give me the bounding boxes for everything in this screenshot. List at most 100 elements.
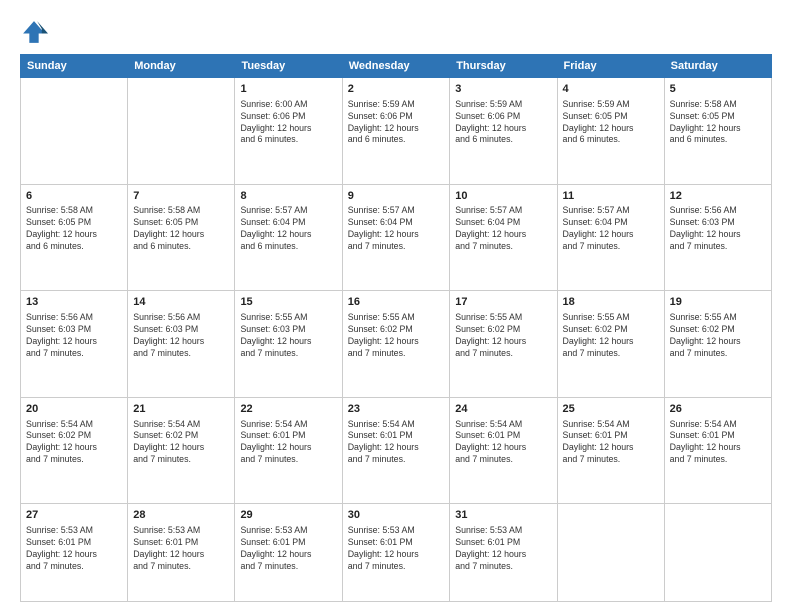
weekday-header-friday: Friday [557, 55, 664, 78]
calendar-day-21: 21 Sunrise: 5:54 AM Sunset: 6:02 PM Dayli… [128, 397, 235, 504]
day-number: 15 [240, 295, 336, 310]
day-info: Sunrise: 5:55 AM Sunset: 6:02 PM Dayligh… [563, 312, 659, 360]
logo-icon [20, 18, 48, 46]
day-number: 12 [670, 189, 766, 204]
day-number: 23 [348, 402, 445, 417]
day-number: 18 [563, 295, 659, 310]
day-number: 26 [670, 402, 766, 417]
day-info: Sunrise: 5:59 AM Sunset: 6:06 PM Dayligh… [348, 99, 445, 147]
day-number: 24 [455, 402, 551, 417]
day-number: 16 [348, 295, 445, 310]
day-number: 5 [670, 82, 766, 97]
day-info: Sunrise: 5:54 AM Sunset: 6:01 PM Dayligh… [240, 419, 336, 467]
weekday-header-monday: Monday [128, 55, 235, 78]
page: SundayMondayTuesdayWednesdayThursdayFrid… [0, 0, 792, 612]
day-number: 27 [26, 508, 122, 523]
day-info: Sunrise: 5:57 AM Sunset: 6:04 PM Dayligh… [563, 205, 659, 253]
calendar-day-18: 18 Sunrise: 5:55 AM Sunset: 6:02 PM Dayli… [557, 291, 664, 398]
calendar-day-11: 11Sunrise: 5:57 AM Sunset: 6:04 PM Dayli… [557, 184, 664, 291]
day-info: Sunrise: 5:58 AM Sunset: 6:05 PM Dayligh… [133, 205, 229, 253]
day-number: 4 [563, 82, 659, 97]
day-number: 13 [26, 295, 122, 310]
day-number: 14 [133, 295, 229, 310]
calendar-day-7: 7Sunrise: 5:58 AM Sunset: 6:05 PM Daylig… [128, 184, 235, 291]
day-number: 10 [455, 189, 551, 204]
calendar-day-10: 10Sunrise: 5:57 AM Sunset: 6:04 PM Dayli… [450, 184, 557, 291]
calendar-week-row: 20Sunrise: 5:54 AM Sunset: 6:02 PM Dayli… [21, 397, 772, 504]
calendar-day-9: 9Sunrise: 5:57 AM Sunset: 6:04 PM Daylig… [342, 184, 450, 291]
day-info: Sunrise: 5:58 AM Sunset: 6:05 PM Dayligh… [26, 205, 122, 253]
day-number: 17 [455, 295, 551, 310]
calendar-day-20: 20Sunrise: 5:54 AM Sunset: 6:02 PM Dayli… [21, 397, 128, 504]
day-info: Sunrise: 5:55 AM Sunset: 6:02 PM Dayligh… [670, 312, 766, 360]
calendar-day-2: 2 Sunrise: 5:59 AM Sunset: 6:06 PM Daylig… [342, 78, 450, 185]
day-info: Sunrise: 5:59 AM Sunset: 6:05 PM Dayligh… [563, 99, 659, 147]
calendar-table: SundayMondayTuesdayWednesdayThursdayFrid… [20, 54, 772, 602]
weekday-header-sunday: Sunday [21, 55, 128, 78]
day-info: Sunrise: 5:54 AM Sunset: 6:02 PM Dayligh… [26, 419, 122, 467]
day-info: Sunrise: 5:53 AM Sunset: 6:01 PM Dayligh… [348, 525, 445, 573]
calendar-day-3: 3Sunrise: 5:59 AM Sunset: 6:06 PM Daylig… [450, 78, 557, 185]
day-info: Sunrise: 5:53 AM Sunset: 6:01 PM Dayligh… [240, 525, 336, 573]
calendar-week-row: 27 Sunrise: 5:53 AM Sunset: 6:01 PM Dayli… [21, 504, 772, 602]
day-info: Sunrise: 5:54 AM Sunset: 6:01 PM Dayligh… [670, 419, 766, 467]
calendar-day-30: 30Sunrise: 5:53 AM Sunset: 6:01 PM Dayli… [342, 504, 450, 602]
calendar-day-5: 5 Sunrise: 5:58 AM Sunset: 6:05 PM Daylig… [664, 78, 771, 185]
day-number: 6 [26, 189, 122, 204]
day-number: 9 [348, 189, 445, 204]
day-info: Sunrise: 5:58 AM Sunset: 6:05 PM Dayligh… [670, 99, 766, 147]
calendar-day-28: 28 Sunrise: 5:53 AM Sunset: 6:01 PM Dayli… [128, 504, 235, 602]
day-number: 21 [133, 402, 229, 417]
calendar-week-row: 13 Sunrise: 5:56 AM Sunset: 6:03 PM Dayli… [21, 291, 772, 398]
calendar-empty [128, 78, 235, 185]
day-info: Sunrise: 5:54 AM Sunset: 6:02 PM Dayligh… [133, 419, 229, 467]
day-info: Sunrise: 5:53 AM Sunset: 6:01 PM Dayligh… [26, 525, 122, 573]
calendar-day-15: 15 Sunrise: 5:55 AM Sunset: 6:03 PM Dayli… [235, 291, 342, 398]
calendar-day-22: 22 Sunrise: 5:54 AM Sunset: 6:01 PM Dayli… [235, 397, 342, 504]
day-info: Sunrise: 5:56 AM Sunset: 6:03 PM Dayligh… [26, 312, 122, 360]
calendar-day-8: 8Sunrise: 5:57 AM Sunset: 6:04 PM Daylig… [235, 184, 342, 291]
day-number: 22 [240, 402, 336, 417]
weekday-header-tuesday: Tuesday [235, 55, 342, 78]
day-number: 1 [240, 82, 336, 97]
calendar-week-row: 6Sunrise: 5:58 AM Sunset: 6:05 PM Daylig… [21, 184, 772, 291]
day-number: 28 [133, 508, 229, 523]
day-info: Sunrise: 5:55 AM Sunset: 6:03 PM Dayligh… [240, 312, 336, 360]
calendar-day-19: 19 Sunrise: 5:55 AM Sunset: 6:02 PM Dayli… [664, 291, 771, 398]
calendar-day-26: 26 Sunrise: 5:54 AM Sunset: 6:01 PM Dayli… [664, 397, 771, 504]
day-info: Sunrise: 5:57 AM Sunset: 6:04 PM Dayligh… [348, 205, 445, 253]
day-info: Sunrise: 5:54 AM Sunset: 6:01 PM Dayligh… [455, 419, 551, 467]
day-info: Sunrise: 5:57 AM Sunset: 6:04 PM Dayligh… [240, 205, 336, 253]
calendar-day-29: 29 Sunrise: 5:53 AM Sunset: 6:01 PM Dayli… [235, 504, 342, 602]
calendar-empty [664, 504, 771, 602]
calendar-day-6: 6Sunrise: 5:58 AM Sunset: 6:05 PM Daylig… [21, 184, 128, 291]
calendar-empty [557, 504, 664, 602]
calendar-empty [21, 78, 128, 185]
calendar-day-24: 24 Sunrise: 5:54 AM Sunset: 6:01 PM Dayli… [450, 397, 557, 504]
calendar-day-23: 23Sunrise: 5:54 AM Sunset: 6:01 PM Dayli… [342, 397, 450, 504]
day-number: 31 [455, 508, 551, 523]
day-number: 2 [348, 82, 445, 97]
calendar-week-row: 1Sunrise: 6:00 AM Sunset: 6:06 PM Daylig… [21, 78, 772, 185]
day-number: 29 [240, 508, 336, 523]
weekday-header-row: SundayMondayTuesdayWednesdayThursdayFrid… [21, 55, 772, 78]
header [20, 18, 772, 46]
weekday-header-saturday: Saturday [664, 55, 771, 78]
calendar-day-13: 13 Sunrise: 5:56 AM Sunset: 6:03 PM Dayli… [21, 291, 128, 398]
calendar-day-14: 14 Sunrise: 5:56 AM Sunset: 6:03 PM Dayli… [128, 291, 235, 398]
day-info: Sunrise: 5:53 AM Sunset: 6:01 PM Dayligh… [133, 525, 229, 573]
day-number: 3 [455, 82, 551, 97]
calendar-day-1: 1Sunrise: 6:00 AM Sunset: 6:06 PM Daylig… [235, 78, 342, 185]
day-info: Sunrise: 5:55 AM Sunset: 6:02 PM Dayligh… [455, 312, 551, 360]
day-number: 8 [240, 189, 336, 204]
weekday-header-wednesday: Wednesday [342, 55, 450, 78]
day-info: Sunrise: 5:55 AM Sunset: 6:02 PM Dayligh… [348, 312, 445, 360]
calendar-day-17: 17 Sunrise: 5:55 AM Sunset: 6:02 PM Dayli… [450, 291, 557, 398]
day-number: 19 [670, 295, 766, 310]
logo [20, 18, 52, 46]
calendar-day-4: 4 Sunrise: 5:59 AM Sunset: 6:05 PM Daylig… [557, 78, 664, 185]
calendar-day-16: 16 Sunrise: 5:55 AM Sunset: 6:02 PM Dayli… [342, 291, 450, 398]
day-info: Sunrise: 5:56 AM Sunset: 6:03 PM Dayligh… [670, 205, 766, 253]
day-info: Sunrise: 5:56 AM Sunset: 6:03 PM Dayligh… [133, 312, 229, 360]
calendar-day-27: 27 Sunrise: 5:53 AM Sunset: 6:01 PM Dayli… [21, 504, 128, 602]
